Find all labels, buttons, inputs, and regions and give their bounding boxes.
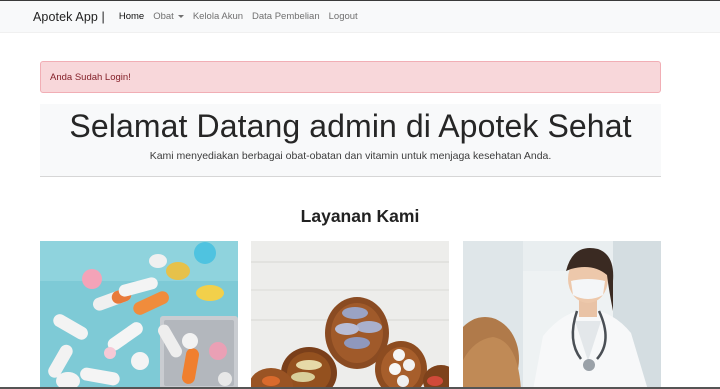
hero-subtitle: Kami menyediakan berbagai obat-obatan da…	[149, 150, 552, 162]
nav-home[interactable]: Home	[119, 11, 144, 22]
nav-logout[interactable]: Logout	[329, 11, 358, 22]
page: Apotek App | Home Obat Kelola Akun Data …	[0, 0, 720, 389]
pills-capsules-image	[40, 241, 238, 387]
doctor-consultation-image	[463, 241, 661, 387]
medicine-spoons-image	[251, 241, 449, 387]
nav-data-pembelian[interactable]: Data Pembelian	[252, 11, 320, 22]
login-alert: Anda Sudah Login!	[40, 61, 661, 93]
service-card-spoons[interactable]	[251, 241, 449, 387]
services-title: Layanan Kami	[300, 206, 420, 226]
navbar-brand[interactable]: Apotek App |	[33, 10, 105, 24]
nav-obat-dropdown[interactable]: Obat	[153, 11, 184, 22]
caret-down-icon	[177, 15, 184, 18]
nav-kelola-akun[interactable]: Kelola Akun	[193, 11, 243, 22]
service-card-pills[interactable]	[40, 241, 238, 387]
service-card-doctor[interactable]	[463, 241, 661, 387]
hero-jumbotron: Selamat Datang admin di Apotek Sehat Kam…	[40, 104, 661, 177]
nav-obat-label: Obat	[153, 11, 174, 22]
hero-title: Selamat Datang admin di Apotek Sehat	[69, 108, 632, 144]
navbar: Apotek App | Home Obat Kelola Akun Data …	[0, 1, 720, 33]
alert-text: Anda Sudah Login!	[50, 71, 131, 83]
